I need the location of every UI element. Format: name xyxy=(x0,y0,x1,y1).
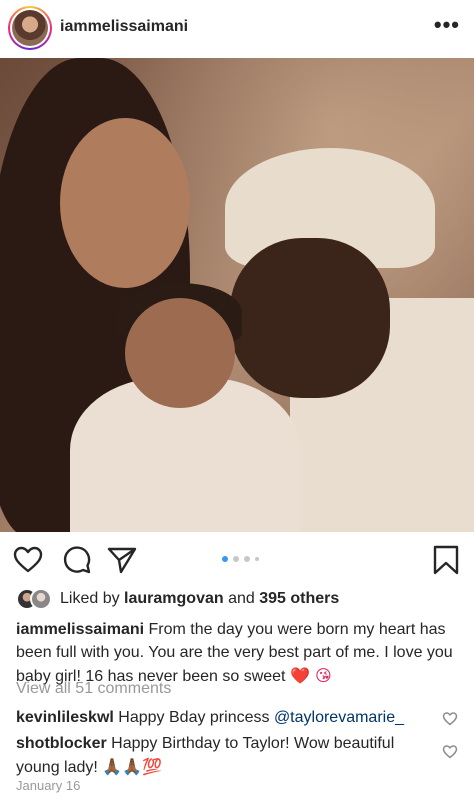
more-icon[interactable]: ••• xyxy=(434,14,460,36)
view-all-comments-link[interactable]: View all 51 comments xyxy=(16,680,171,698)
liker-avatar xyxy=(30,588,52,610)
post-date: January 16 xyxy=(16,778,81,793)
comment-item: shotblocker Happy Birthday to Taylor! Wo… xyxy=(16,732,436,779)
likes-others-link[interactable]: 395 others xyxy=(259,590,339,607)
liker-username[interactable]: lauramgovan xyxy=(124,590,224,607)
post-caption: iammelissaimani From the day you were bo… xyxy=(16,618,462,688)
carousel-dot xyxy=(222,556,228,562)
carousel-dot xyxy=(233,556,239,562)
post-username[interactable]: iammelissaimani xyxy=(60,18,188,36)
liker-avatars xyxy=(16,588,54,610)
comment-text: Happy Bday princess xyxy=(118,709,274,726)
comment-item: kevinlileskwl Happy Bday princess @taylo… xyxy=(16,706,436,729)
post-photo[interactable] xyxy=(0,58,474,532)
comment-emoji: 🙏🏾🙏🏾💯 xyxy=(102,757,163,776)
comment-like-heart-icon[interactable] xyxy=(442,711,458,727)
bookmark-icon[interactable] xyxy=(430,544,462,576)
post-header: iammelissaimani ••• xyxy=(0,0,474,56)
comment-icon[interactable] xyxy=(60,544,92,576)
carousel-dot xyxy=(255,557,259,561)
carousel-indicator xyxy=(222,556,259,562)
liked-by-and: and xyxy=(223,590,260,607)
comment-username[interactable]: kevinlileskwl xyxy=(16,709,114,726)
caption-username[interactable]: iammelissaimani xyxy=(16,621,144,638)
carousel-dot xyxy=(244,556,250,562)
heart-icon[interactable] xyxy=(12,544,44,576)
liked-by-prefix: Liked by xyxy=(60,590,125,607)
share-icon[interactable] xyxy=(106,544,138,576)
comment-mention[interactable]: @taylorevamarie_ xyxy=(274,709,404,726)
comment-username[interactable]: shotblocker xyxy=(16,735,107,752)
profile-avatar[interactable] xyxy=(8,6,52,50)
comment-like-heart-icon[interactable] xyxy=(442,744,458,760)
caption-emoji: ❤️ 😘 xyxy=(289,666,332,685)
likes-summary[interactable]: Liked by lauramgovan and 395 others xyxy=(16,588,339,610)
avatar-image xyxy=(12,10,48,46)
